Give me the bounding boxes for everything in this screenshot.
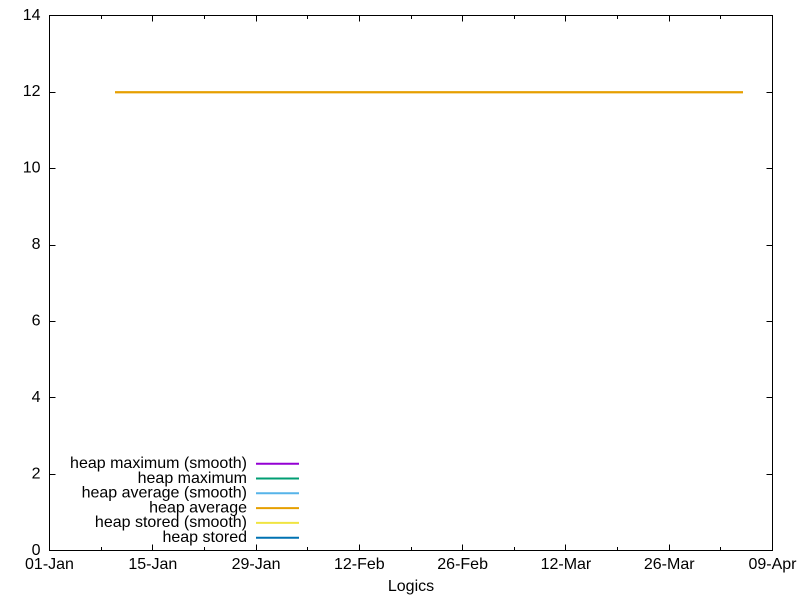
svg-text:Logics: Logics bbox=[388, 578, 434, 595]
svg-text:15-Jan: 15-Jan bbox=[128, 556, 177, 573]
svg-text:26-Feb: 26-Feb bbox=[437, 556, 488, 573]
svg-text:heap stored: heap stored bbox=[162, 529, 247, 546]
svg-text:2: 2 bbox=[32, 465, 41, 482]
svg-text:10: 10 bbox=[23, 160, 41, 177]
svg-text:26-Mar: 26-Mar bbox=[644, 556, 695, 573]
svg-text:01-Jan: 01-Jan bbox=[25, 556, 74, 573]
svg-text:12-Feb: 12-Feb bbox=[334, 556, 385, 573]
svg-text:6: 6 bbox=[32, 313, 41, 330]
svg-text:12: 12 bbox=[23, 83, 41, 100]
svg-text:12-Mar: 12-Mar bbox=[541, 556, 592, 573]
svg-text:8: 8 bbox=[32, 236, 41, 253]
svg-text:14: 14 bbox=[23, 7, 41, 24]
svg-text:29-Jan: 29-Jan bbox=[232, 556, 281, 573]
svg-text:09-Apr: 09-Apr bbox=[748, 556, 797, 573]
svg-text:4: 4 bbox=[32, 389, 41, 406]
